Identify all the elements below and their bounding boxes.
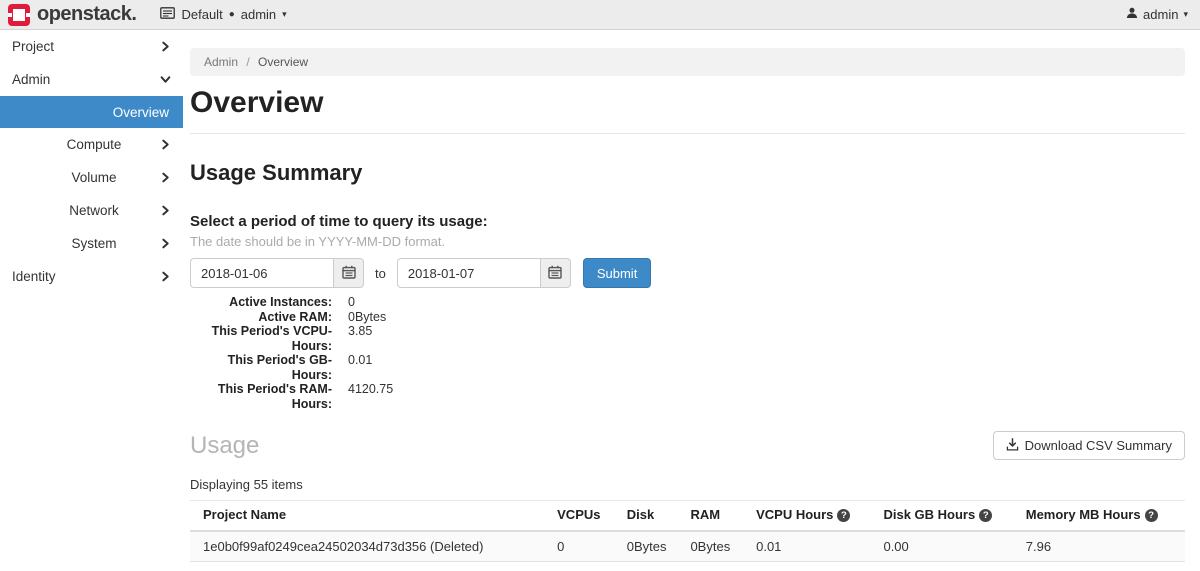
start-date-calendar-button[interactable] — [333, 258, 364, 288]
chevron-down-icon: ▾ — [282, 9, 287, 19]
current-project: admin — [240, 7, 277, 22]
col-ram[interactable]: RAM — [690, 500, 757, 532]
date-query-prompt: Select a period of time to query its usa… — [190, 213, 488, 230]
breadcrumb-admin-link[interactable]: Admin — [204, 55, 238, 69]
download-csv-button[interactable]: Download CSV Summary — [992, 431, 1185, 460]
table-row: bf11c5fa0f1b452db4b7741a6c33a92f (Delete… — [190, 561, 1185, 571]
main-content: Admin / Overview Overview Usage Summary … — [183, 30, 1200, 571]
help-icon[interactable]: ? — [1144, 509, 1158, 522]
to-label: to — [375, 265, 386, 281]
date-range-form: to Submit — [190, 258, 1185, 288]
breadcrumb-separator: / — [246, 55, 250, 69]
breadcrumb-current: Overview — [258, 55, 309, 69]
calendar-icon — [548, 265, 563, 282]
sidebar-item-overview[interactable]: Overview — [0, 96, 183, 128]
end-date-input[interactable] — [396, 258, 540, 288]
end-date-calendar-button[interactable] — [539, 258, 571, 288]
chevron-right-icon — [160, 139, 171, 150]
sidebar-item-identity[interactable]: Identity — [0, 260, 183, 293]
usage-table-header-row: Usage Download CSV Summary — [190, 431, 1185, 460]
brand-text: openstack. — [37, 3, 137, 25]
help-icon[interactable]: ? — [979, 509, 993, 522]
date-format-hint: The date should be in YYYY-MM-DD format. — [190, 234, 446, 249]
chevron-right-icon — [160, 41, 171, 52]
chevron-down-icon — [160, 74, 171, 85]
col-disk-gb-hours[interactable]: Disk GB Hours? — [883, 500, 1026, 532]
stat-active-ram: Active RAM: 0Bytes — [258, 309, 387, 324]
usage-stats: Active Instances: 0 Active RAM: 0Bytes T… — [190, 295, 1185, 411]
sidebar-item-admin[interactable]: Admin — [0, 63, 183, 96]
stat-vcpu-hours: This Period's VCPU-Hours: 3.85 — [211, 324, 373, 353]
user-name: admin — [1143, 7, 1179, 22]
domain-list-icon — [160, 7, 176, 22]
page-title: Overview — [190, 86, 324, 119]
chevron-right-icon — [160, 205, 171, 216]
openstack-logo-icon — [8, 3, 30, 26]
sidebar-item-system[interactable]: System — [0, 227, 183, 260]
domain-project-switcher[interactable]: Default ● admin ▾ — [160, 7, 287, 22]
user-icon — [1126, 7, 1138, 22]
sidebar-item-compute[interactable]: Compute — [0, 128, 183, 161]
title-divider — [190, 133, 1185, 134]
chevron-right-icon — [160, 238, 171, 249]
col-project-name[interactable]: Project Name — [190, 500, 558, 532]
col-vcpus[interactable]: VCPUs — [557, 500, 627, 532]
col-disk[interactable]: Disk — [626, 500, 691, 532]
start-date-group — [190, 258, 364, 288]
help-icon[interactable]: ? — [837, 509, 851, 522]
items-count: Displaying 55 items — [190, 477, 303, 492]
usage-summary-heading: Usage Summary — [190, 160, 363, 185]
chevron-right-icon — [160, 271, 171, 282]
current-domain: Default — [181, 7, 223, 22]
submit-button[interactable]: Submit — [582, 258, 652, 288]
sidebar: Project Admin Overview Compute Volume Ne… — [0, 30, 183, 571]
chevron-down-icon: ▾ — [1183, 9, 1188, 19]
usage-table-title: Usage — [190, 432, 260, 459]
stat-active-instances: Active Instances: 0 — [229, 295, 355, 309]
end-date-group — [396, 258, 571, 288]
sidebar-item-project[interactable]: Project — [0, 30, 183, 63]
topbar: openstack. Default ● admin ▾ admin ▾ — [0, 0, 1200, 30]
cell-project-name: bf11c5fa0f1b452db4b7741a6c33a92f (Delete… — [190, 561, 558, 571]
user-menu[interactable]: admin ▾ — [1126, 7, 1188, 22]
col-vcpu-hours[interactable]: VCPU Hours? — [756, 500, 884, 532]
dot-separator-icon: ● — [228, 8, 235, 20]
stat-gb-hours: This Period's GB-Hours: 0.01 — [227, 353, 373, 382]
table-row: 1e0b0f99af0249cea24502034d73d356 (Delete… — [190, 531, 1185, 562]
brand-home-link[interactable]: openstack. — [8, 3, 137, 26]
calendar-icon — [341, 265, 356, 282]
usage-table: Project Name VCPUs Disk RAM VCPU Hours? … — [190, 500, 1185, 571]
col-memory-mb-hours[interactable]: Memory MB Hours? — [1025, 500, 1185, 532]
download-icon — [1006, 437, 1019, 454]
chevron-right-icon — [160, 172, 171, 183]
start-date-input[interactable] — [190, 258, 333, 288]
table-header-row: Project Name VCPUs Disk RAM VCPU Hours? … — [190, 500, 1185, 532]
breadcrumb: Admin / Overview — [190, 48, 1185, 76]
sidebar-item-network[interactable]: Network — [0, 194, 183, 227]
cell-project-name: 1e0b0f99af0249cea24502034d73d356 (Delete… — [190, 531, 558, 562]
stat-ram-hours: This Period's RAM-Hours: 4120.75 — [217, 382, 394, 411]
sidebar-item-volume[interactable]: Volume — [0, 161, 183, 194]
